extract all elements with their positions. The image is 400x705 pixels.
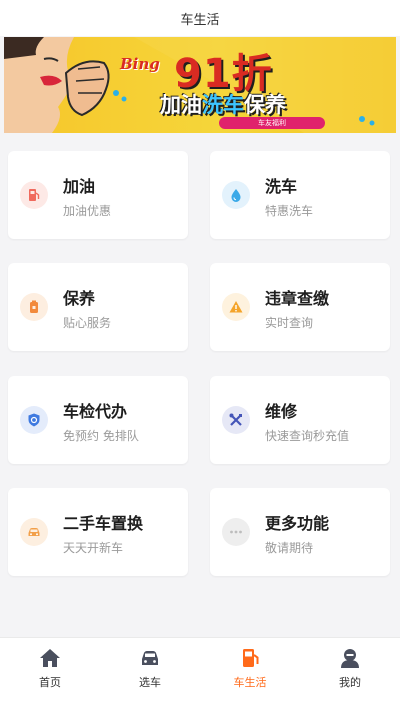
service-card-fuel[interactable]: 加油 加油优惠 [8,151,188,239]
nav-label: 我的 [339,676,361,689]
service-card-more[interactable]: 更多功能 敬请期待 [210,488,390,576]
service-title: 维修 [265,402,298,421]
service-card-maintenance[interactable]: 保养 贴心服务 [8,263,188,351]
user-icon [341,649,359,668]
car-front-icon [142,651,158,665]
banner-brand: Bing [120,55,160,73]
banner-subtitle-c: 保养 [244,93,286,117]
car-icon [20,518,48,546]
home-icon [40,649,60,667]
page-title: 车生活 [180,12,220,28]
bottom-nav: 首页 选车 车生活 我的 [0,637,400,705]
warning-icon [222,293,250,321]
service-card-inspection[interactable]: 车检代办 免预约 免排队 [8,376,188,464]
service-subtitle: 贴心服务 [63,316,112,330]
service-title: 洗车 [265,177,298,196]
service-subtitle: 敬请期待 [265,541,314,555]
service-subtitle: 特惠洗车 [265,204,314,218]
service-card-violation[interactable]: 违章查缴 实时查询 [210,263,390,351]
tools-icon [222,406,250,434]
banner-pill-label: 车友福利 [258,119,286,127]
fuel-station-icon [243,649,259,667]
nav-label: 选车 [139,676,161,689]
promo-banner[interactable]: Bing 91折 加油洗车保养 车友福利 [4,37,396,133]
service-title: 违章查缴 [265,289,330,308]
service-subtitle: 加油优惠 [63,204,112,218]
service-title: 保养 [63,289,96,308]
nav-mine[interactable]: 我的 [300,638,400,705]
banner-subtitle-a: 加油 [160,93,202,117]
banner-subtitle: 加油洗车保养 [160,89,286,119]
water-drop-icon [222,181,250,209]
service-subtitle: 免预约 免排队 [63,429,139,443]
top-bar: 车生活 [0,0,400,36]
nav-label: 车生活 [233,676,267,689]
oil-can-icon [20,293,48,321]
nav-car-life[interactable]: 车生活 [200,638,300,705]
service-card-carwash[interactable]: 洗车 特惠洗车 [210,151,390,239]
service-card-used-car[interactable]: 二手车置换 天天开新车 [8,488,188,576]
banner-pill[interactable]: 车友福利 [219,117,325,129]
banner-subtitle-b: 洗车 [202,93,244,117]
nav-home[interactable]: 首页 [0,638,100,705]
nav-label: 首页 [39,676,61,689]
service-title: 二手车置换 [63,514,144,533]
service-card-repair[interactable]: 维修 快速查询秒充值 [210,376,390,464]
service-title: 加油 [63,177,96,196]
service-title: 车检代办 [63,402,128,421]
shield-icon [20,406,48,434]
more-dots-icon [222,518,250,546]
service-subtitle: 快速查询秒充值 [265,429,350,443]
nav-select-car[interactable]: 选车 [100,638,200,705]
service-title: 更多功能 [265,514,330,533]
service-subtitle: 天天开新车 [63,541,124,555]
fuel-pump-icon [20,181,48,209]
service-subtitle: 实时查询 [265,316,314,330]
